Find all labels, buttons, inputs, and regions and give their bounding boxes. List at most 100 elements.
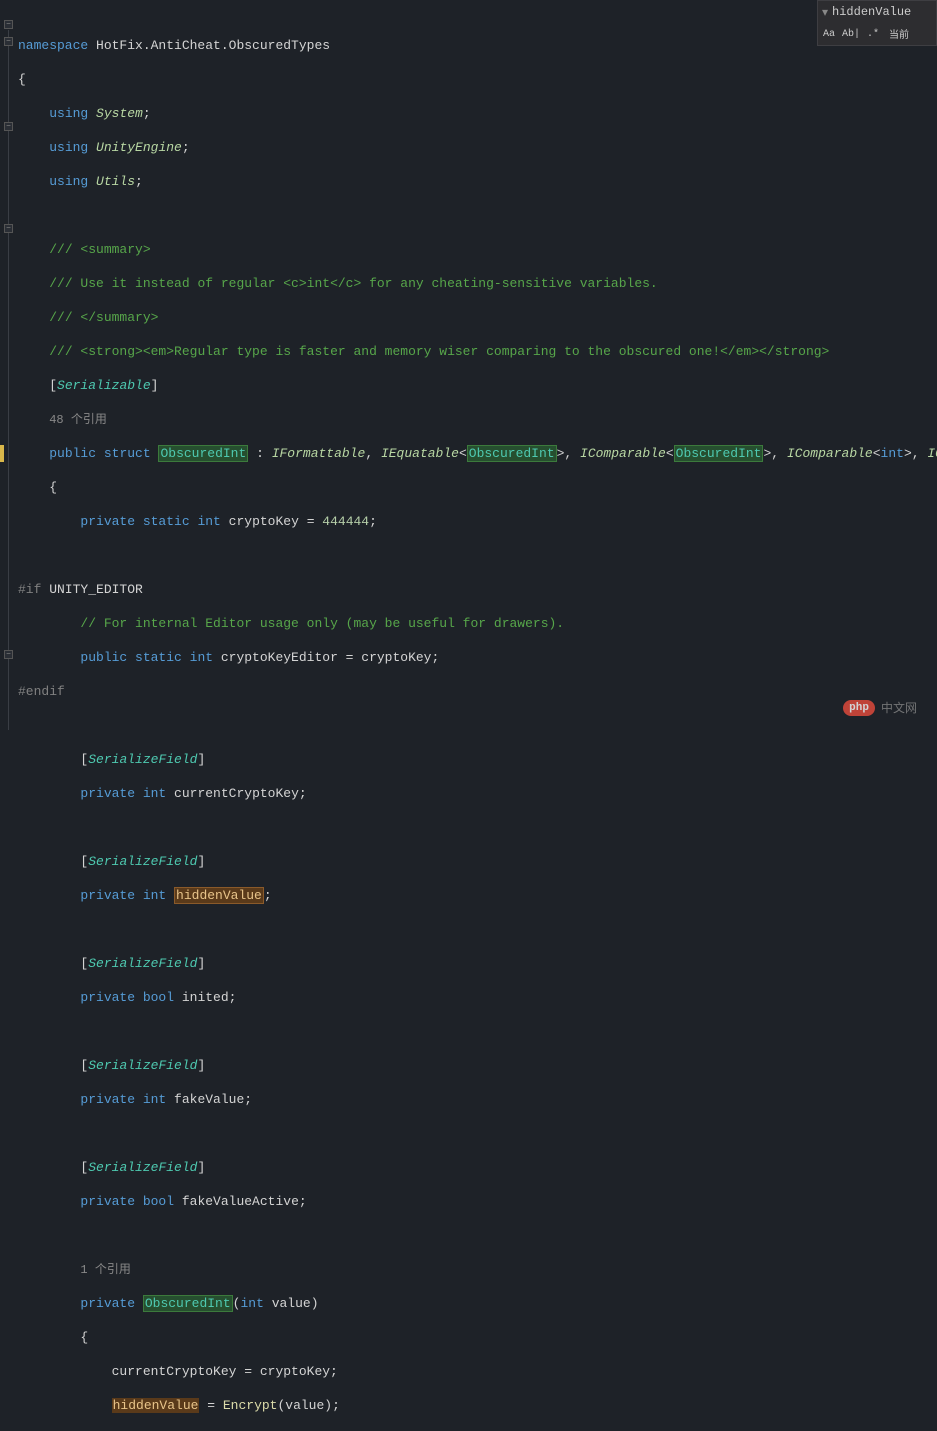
interface: IComparable — [927, 446, 937, 461]
keyword: public — [49, 446, 96, 461]
fold-toggle[interactable]: − — [4, 224, 13, 233]
field: cryptoKey — [221, 514, 307, 529]
match-case-button[interactable]: Aa — [820, 25, 838, 43]
keyword: namespace — [18, 38, 88, 53]
comma: , — [771, 446, 787, 461]
search-term: hiddenValue — [832, 5, 911, 19]
semicolon: ; — [369, 514, 377, 529]
paren: ) — [311, 1296, 319, 1311]
regex-button[interactable]: .* — [864, 25, 882, 43]
builtin-type: int — [881, 446, 904, 461]
bracket: [ — [80, 854, 88, 869]
statement: currentCryptoKey = cryptoKey; — [112, 1364, 338, 1379]
colon: : — [248, 446, 271, 461]
interface: IComparable — [580, 446, 666, 461]
param-name: value — [264, 1296, 311, 1311]
equals: = — [307, 514, 323, 529]
fold-toggle[interactable]: − — [4, 650, 13, 659]
keywords: public static int — [80, 650, 213, 665]
using-target: UnityEngine — [88, 140, 182, 155]
field: fakeValue; — [166, 1092, 252, 1107]
attribute: SerializeField — [88, 1160, 197, 1175]
bracket: ] — [197, 1160, 205, 1175]
assignment: = cryptoKey; — [346, 650, 440, 665]
bracket: [ — [80, 956, 88, 971]
bracket: ] — [197, 752, 205, 767]
attribute: SerializeField — [88, 956, 197, 971]
xml-doc: /// <summary> — [49, 242, 150, 257]
interface: IEquatable — [381, 446, 459, 461]
scope-button[interactable]: 当前 — [886, 25, 912, 43]
semicolon: ; — [135, 174, 143, 189]
using-target: Utils — [88, 174, 135, 189]
watermark: php 中文网 — [843, 699, 917, 716]
dropdown-arrow-icon[interactable]: ▾ — [822, 5, 828, 20]
type-arg-highlighted: ObscuredInt — [674, 445, 764, 462]
attribute: Serializable — [57, 378, 151, 393]
preprocessor: #endif — [18, 684, 65, 699]
watermark-text: 中文网 — [881, 699, 917, 716]
args: (value); — [277, 1398, 339, 1413]
field: inited; — [174, 990, 236, 1005]
bracket: [ — [80, 1058, 88, 1073]
xml-doc: /// Use it instead of regular <c>int</c>… — [49, 276, 658, 291]
keyword: private — [80, 1296, 142, 1311]
constructor-highlighted: ObscuredInt — [143, 1295, 233, 1312]
angle-bracket: < — [666, 446, 674, 461]
comma: , — [564, 446, 580, 461]
comment: // For internal Editor usage only (may b… — [80, 616, 564, 631]
fold-toggle[interactable]: − — [4, 20, 13, 29]
comma: , — [912, 446, 928, 461]
field-highlighted: hiddenValue — [174, 887, 264, 904]
equals: = — [199, 1398, 222, 1413]
brace: { — [80, 1330, 88, 1345]
preprocessor: #if — [18, 582, 41, 597]
semicolon: ; — [143, 106, 151, 121]
code-gutter: − − − − − — [0, 0, 16, 736]
keywords: private bool — [80, 1194, 174, 1209]
bracket: ] — [197, 854, 205, 869]
type-arg-highlighted: ObscuredInt — [467, 445, 557, 462]
paren: ( — [233, 1296, 241, 1311]
modified-line-marker — [0, 445, 4, 462]
number-literal: 444444 — [322, 514, 369, 529]
bracket: ] — [151, 378, 159, 393]
code-editor[interactable]: namespace HotFix.AntiCheat.ObscuredTypes… — [18, 20, 937, 1431]
keywords: private static int — [80, 514, 220, 529]
codelens-references[interactable]: 1 个引用 — [80, 1263, 130, 1277]
attribute: SerializeField — [88, 1058, 197, 1073]
keywords: private int — [80, 888, 174, 903]
brace: { — [18, 71, 937, 88]
keyword: struct — [104, 446, 151, 461]
bracket: [ — [49, 378, 57, 393]
field: cryptoKeyEditor — [213, 650, 346, 665]
keyword: using — [49, 174, 88, 189]
bracket: [ — [80, 1160, 88, 1175]
method-call: Encrypt — [223, 1398, 278, 1413]
interface: IFormattable — [272, 446, 366, 461]
keyword: using — [49, 106, 88, 121]
attribute: SerializeField — [88, 752, 197, 767]
field: currentCryptoKey; — [166, 786, 306, 801]
codelens-references[interactable]: 48 个引用 — [49, 413, 107, 427]
xml-doc: /// </summary> — [49, 310, 158, 325]
interface: IComparable — [787, 446, 873, 461]
bracket: ] — [197, 1058, 205, 1073]
keywords: private int — [80, 1092, 166, 1107]
fold-line — [8, 30, 9, 730]
keywords: private bool — [80, 990, 174, 1005]
find-panel[interactable]: ▾ hiddenValue Aa Ab| .* 当前 — [817, 0, 937, 46]
param-type: int — [240, 1296, 263, 1311]
match-word-button[interactable]: Ab| — [842, 25, 860, 43]
fold-toggle[interactable]: − — [4, 37, 13, 46]
angle-bracket: > — [904, 446, 912, 461]
comma: , — [365, 446, 381, 461]
fold-toggle[interactable]: − — [4, 122, 13, 131]
preprocessor-symbol: UNITY_EDITOR — [41, 582, 142, 597]
keyword: using — [49, 140, 88, 155]
attribute: SerializeField — [88, 854, 197, 869]
keywords: private int — [80, 786, 166, 801]
php-logo: php — [843, 700, 875, 716]
struct-name-highlighted: ObscuredInt — [158, 445, 248, 462]
using-target: System — [88, 106, 143, 121]
